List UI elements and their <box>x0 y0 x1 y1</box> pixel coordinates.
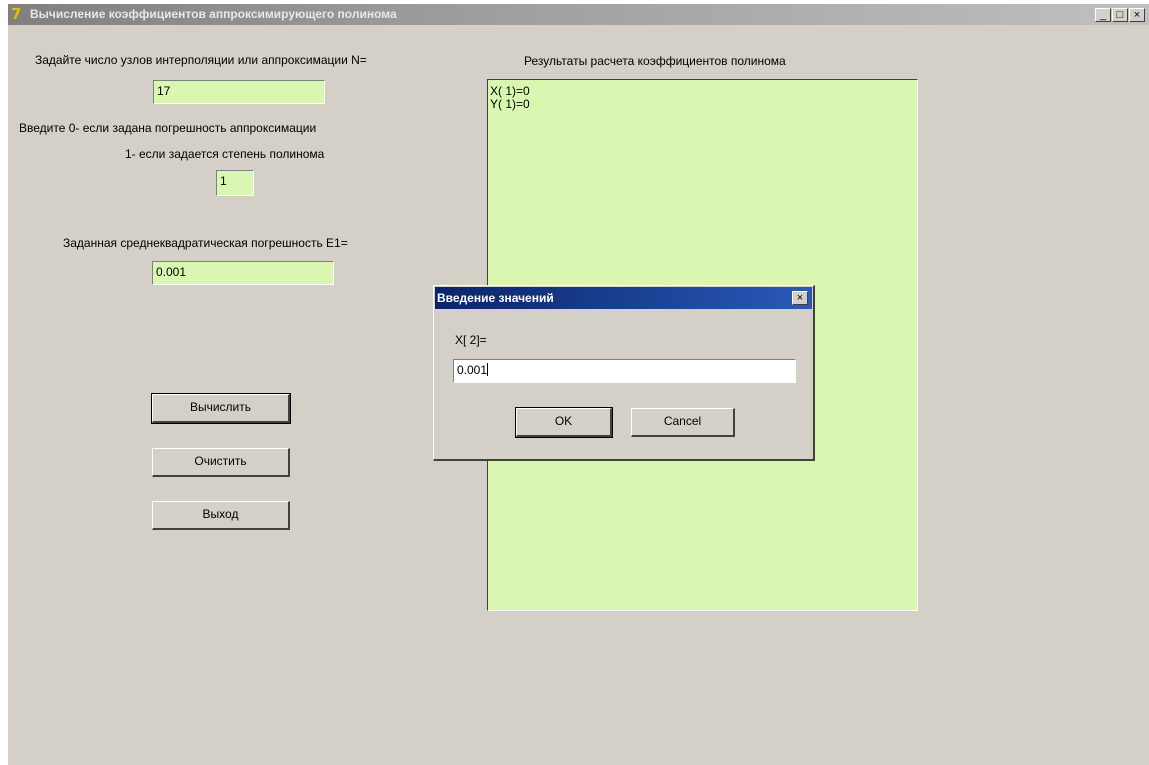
exit-button[interactable]: Выход <box>152 501 290 530</box>
mode-label-1: 1- если задается степень полинома <box>125 147 325 161</box>
dialog-input-text: 0.001 <box>457 363 488 377</box>
error-input[interactable]: 0.001 <box>152 261 334 285</box>
input-dialog: Введение значений × X[ 2]= 0.001 OK Canc… <box>433 285 815 461</box>
nodes-label: Задайте число узлов интерполяции или апп… <box>35 53 367 67</box>
dialog-input[interactable]: 0.001 <box>453 359 796 383</box>
mode-label-0: Введите 0- если задана погрешность аппро… <box>19 121 317 135</box>
nodes-input[interactable]: 17 <box>153 80 325 104</box>
dialog-title: Введение значений <box>437 291 554 305</box>
mode-input[interactable]: 1 <box>216 170 254 196</box>
window-title: Вычисление коэффициентов аппроксимирующе… <box>30 7 397 21</box>
ok-button[interactable]: OK <box>515 407 613 438</box>
dialog-prompt: X[ 2]= <box>455 333 487 347</box>
app-icon: 7 <box>11 5 22 23</box>
maximize-button[interactable]: □ <box>1112 8 1128 22</box>
dialog-close-button[interactable]: × <box>792 291 808 305</box>
title-bar: 7 Вычисление коэффициентов аппроксимирую… <box>8 4 1149 25</box>
compute-button[interactable]: Вычислить <box>151 393 291 424</box>
error-label: Заданная среднеквадратическая погрешност… <box>63 236 348 250</box>
results-line: X( 1)=0 <box>490 84 530 98</box>
cancel-button[interactable]: Cancel <box>631 408 735 437</box>
clear-button[interactable]: Очистить <box>152 448 290 477</box>
text-caret <box>487 363 489 376</box>
dialog-title-bar: Введение значений × <box>435 287 812 309</box>
results-line: Y( 1)=0 <box>490 97 530 111</box>
close-button[interactable]: × <box>1129 8 1145 22</box>
results-label: Результаты расчета коэффициентов полином… <box>524 54 786 68</box>
minimize-button[interactable]: _ <box>1095 8 1111 22</box>
